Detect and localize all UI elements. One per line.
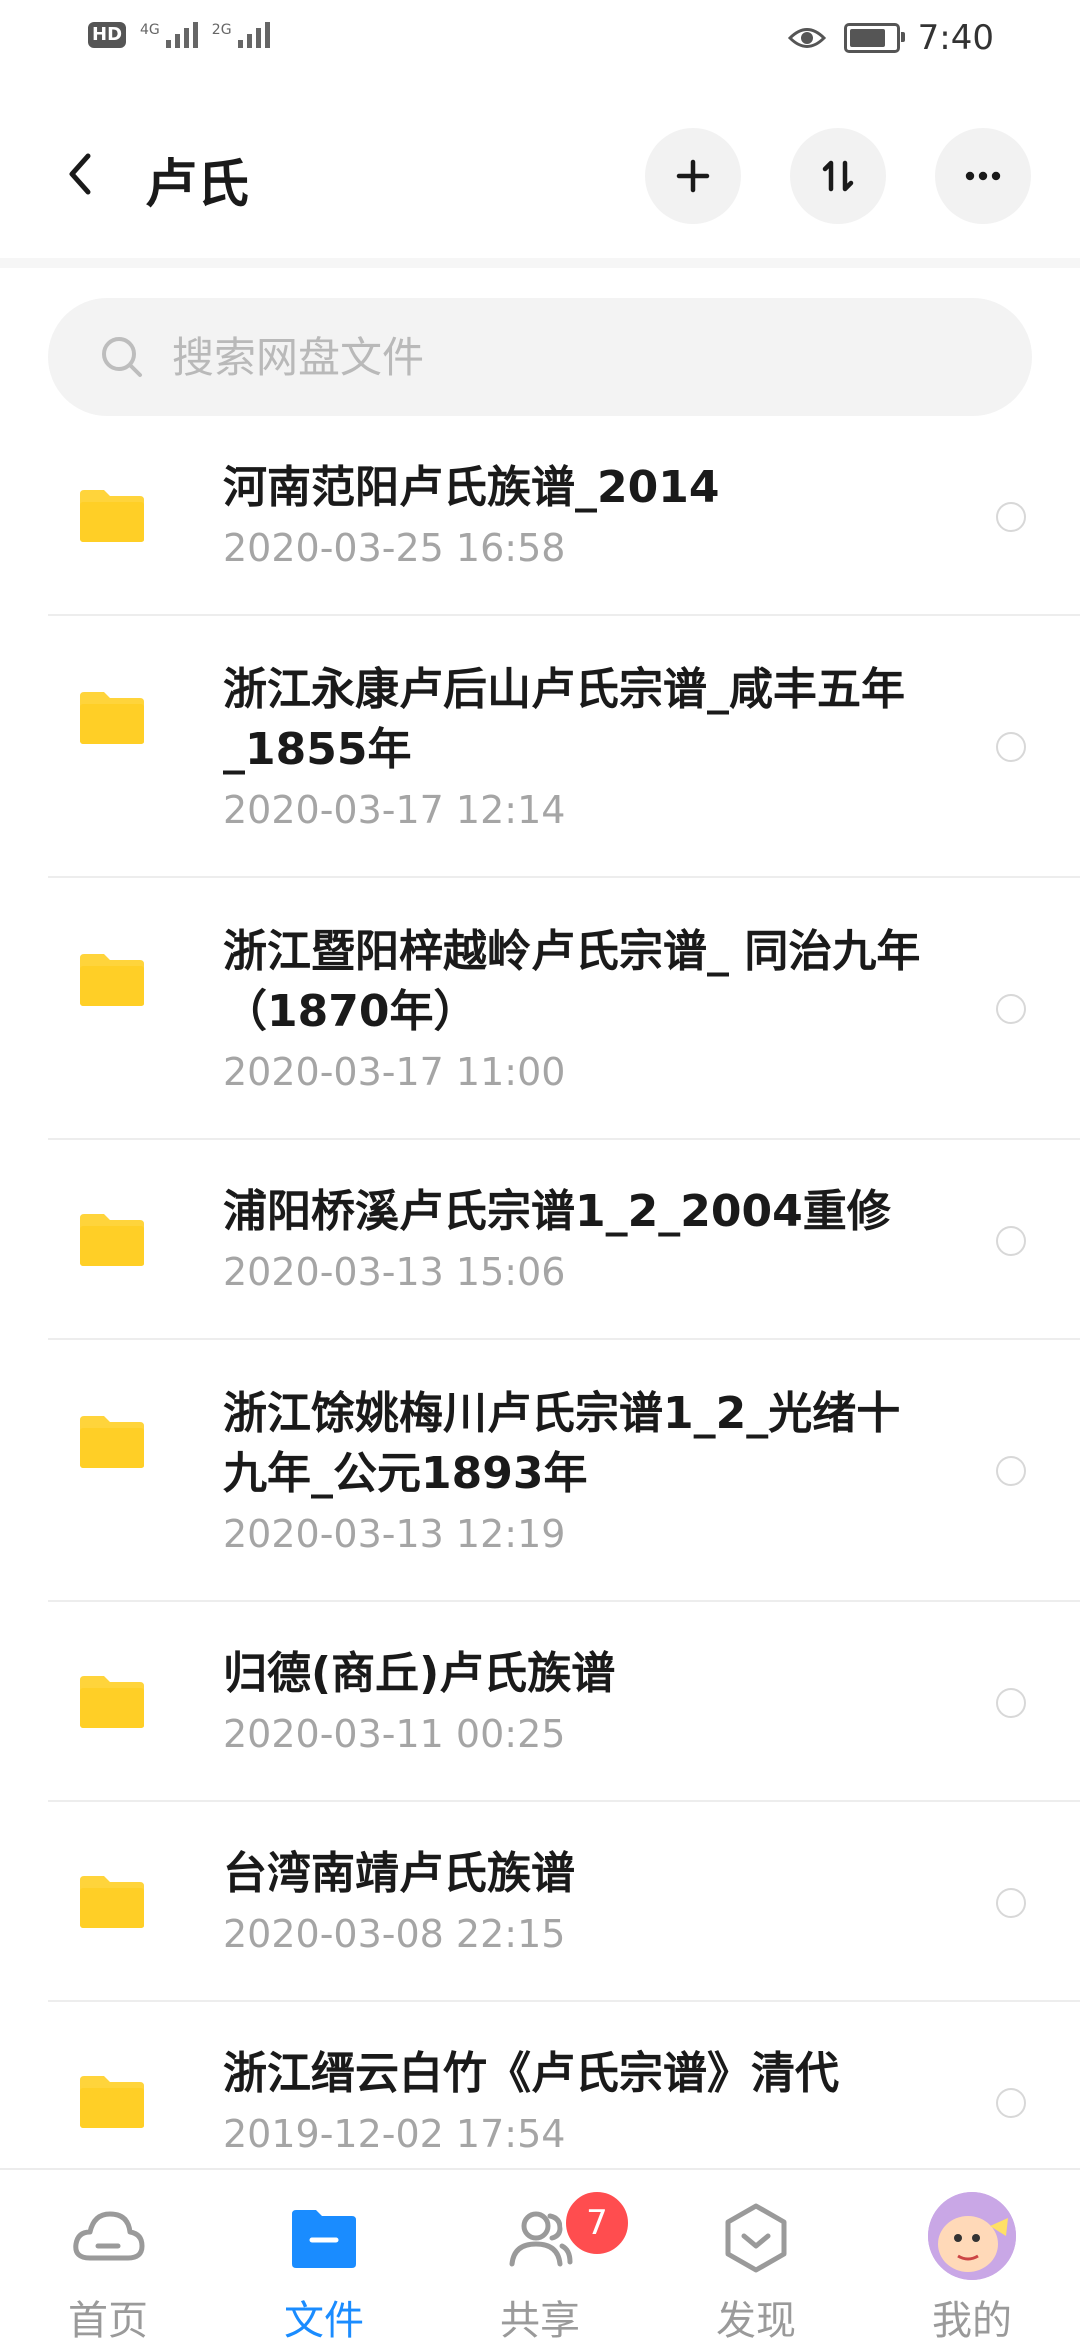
sim1-signal-icon: 4G: [140, 22, 198, 48]
file-name: 浙江馀姚梅川卢氏宗谱1_2_光绪十九年_公元1893年: [223, 1388, 901, 1499]
battery-icon: [843, 23, 905, 53]
file-name: 浦阳桥溪卢氏宗谱1_2_2004重修: [223, 1186, 891, 1237]
bottom-nav: 首页 文件 7 共享 发现 我的: [0, 2168, 1080, 2344]
nav-label-files: 文件: [284, 2298, 364, 2344]
header: 卢氏: [0, 80, 1080, 260]
select-radio[interactable]: [996, 732, 1026, 762]
file-date: 2020-03-17 11:00: [223, 1050, 566, 1094]
sort-icon: [822, 160, 854, 192]
nav-item-share[interactable]: 7 共享: [432, 2170, 648, 2344]
nav-label-home: 首页: [68, 2298, 148, 2344]
add-button[interactable]: [645, 128, 741, 224]
sort-button[interactable]: [790, 128, 886, 224]
list-item[interactable]: 浙江缙云白竹《卢氏宗谱》清代 2019-12-02 17:54: [0, 2002, 1080, 2168]
discover-icon: [725, 2203, 787, 2273]
search-bar[interactable]: [48, 298, 1032, 416]
file-name: 归德(商丘)卢氏族谱: [223, 1648, 616, 1699]
header-divider: [0, 258, 1080, 268]
select-radio[interactable]: [996, 1226, 1026, 1256]
list-item[interactable]: 浙江馀姚梅川卢氏宗谱1_2_光绪十九年_公元1893年 2020-03-13 1…: [0, 1340, 1080, 1602]
file-name: 台湾南靖卢氏族谱: [223, 1848, 575, 1899]
file-name: 浙江永康卢后山卢氏宗谱_咸丰五年_1855年: [223, 664, 905, 775]
more-button[interactable]: [935, 128, 1031, 224]
file-date: 2020-03-13 12:19: [223, 1512, 566, 1556]
avatar-image: [928, 2192, 1016, 2280]
search-input[interactable]: [170, 331, 934, 383]
folder-icon: [80, 2076, 144, 2128]
back-button[interactable]: [52, 144, 112, 204]
list-item[interactable]: 台湾南靖卢氏族谱 2020-03-08 22:15: [0, 1802, 1080, 2002]
avatar: [928, 2192, 1016, 2280]
share-badge: 7: [562, 2188, 632, 2258]
file-date: 2020-03-17 12:14: [223, 788, 566, 832]
nav-item-home[interactable]: 首页: [0, 2170, 216, 2344]
status-bar: HD 4G 2G 7:40: [0, 0, 1080, 80]
file-date: 2020-03-13 15:06: [223, 1250, 566, 1294]
folder-icon: [292, 2210, 356, 2268]
select-radio[interactable]: [996, 1456, 1026, 1486]
list-item[interactable]: 河南范阳卢氏族谱_2014 2020-03-25 16:58: [0, 440, 1080, 616]
folder-icon: [80, 1876, 144, 1928]
file-name: 浙江缙云白竹《卢氏宗谱》清代: [223, 2048, 839, 2099]
select-radio[interactable]: [996, 2088, 1026, 2118]
folder-icon: [80, 490, 144, 542]
sim2-signal-icon: 2G: [212, 22, 270, 48]
more-icon: [965, 171, 1001, 181]
eye-icon: [787, 28, 826, 48]
file-name: 浙江暨阳梓越岭卢氏宗谱_ 同治九年（1870年）: [223, 926, 921, 1037]
folder-icon: [80, 954, 144, 1006]
folder-icon: [80, 692, 144, 744]
file-date: 2020-03-08 22:15: [223, 1912, 566, 1956]
search-icon: [102, 337, 142, 377]
folder-icon: [80, 1676, 144, 1728]
list-item[interactable]: 浙江永康卢后山卢氏宗谱_咸丰五年_1855年 2020-03-17 12:14: [0, 616, 1080, 878]
cloud-icon: [73, 2211, 145, 2261]
nav-label-discover: 发现: [716, 2298, 796, 2344]
select-radio[interactable]: [996, 1688, 1026, 1718]
chevron-left-icon: [69, 153, 91, 195]
page-title: 卢氏: [145, 155, 250, 215]
hd-indicator: HD: [88, 22, 127, 48]
list-item[interactable]: 浙江暨阳梓越岭卢氏宗谱_ 同治九年（1870年） 2020-03-17 11:0…: [0, 878, 1080, 1140]
nav-item-files[interactable]: 文件: [216, 2170, 432, 2344]
nav-label-share: 共享: [500, 2298, 580, 2344]
status-time: 7:40: [917, 18, 994, 58]
plus-icon: [676, 159, 710, 193]
select-radio[interactable]: [996, 502, 1026, 532]
list-item[interactable]: 浦阳桥溪卢氏宗谱1_2_2004重修 2020-03-13 15:06: [0, 1140, 1080, 1340]
list-item[interactable]: 归德(商丘)卢氏族谱 2020-03-11 00:25: [0, 1602, 1080, 1802]
folder-icon: [80, 1214, 144, 1266]
nav-item-discover[interactable]: 发现: [648, 2170, 864, 2344]
nav-item-me[interactable]: 我的: [864, 2170, 1080, 2344]
select-radio[interactable]: [996, 1888, 1026, 1918]
folder-icon: [80, 1416, 144, 1468]
nav-label-me: 我的: [932, 2298, 1012, 2344]
file-date: 2020-03-11 00:25: [223, 1712, 566, 1756]
select-radio[interactable]: [996, 994, 1026, 1024]
file-date: 2020-03-25 16:58: [223, 526, 566, 570]
file-name: 河南范阳卢氏族谱_2014: [223, 462, 720, 513]
file-date: 2019-12-02 17:54: [223, 2112, 566, 2156]
